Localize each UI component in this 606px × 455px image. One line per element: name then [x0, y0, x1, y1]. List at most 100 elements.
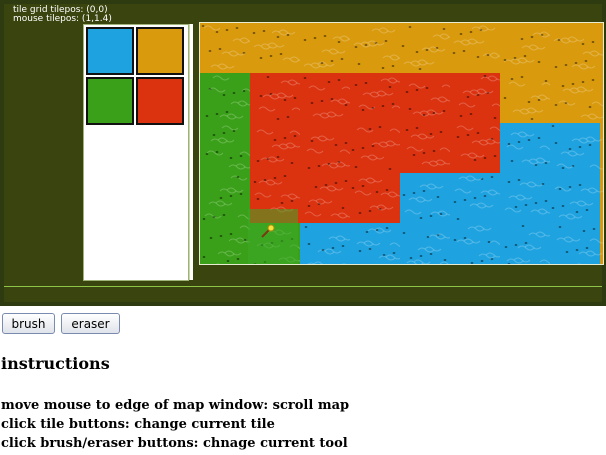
tile-texture-speck: [473, 197, 477, 199]
tile-button-orange[interactable]: [136, 27, 184, 75]
tile-texture-speck: [239, 193, 243, 195]
tile-texture-speck: [473, 159, 477, 161]
tile-texture-speck: [510, 160, 514, 162]
map-tile[interactable]: [450, 23, 500, 73]
tile-texture-speck: [523, 55, 527, 57]
tile-texture-speck: [483, 157, 487, 159]
map-tile[interactable]: [300, 173, 350, 223]
tile-texture-speck: [483, 195, 487, 197]
tile-texture-speck: [463, 237, 467, 239]
map-tile[interactable]: [200, 223, 250, 264]
tile-texture-speck: [527, 101, 531, 103]
tile-texture-speck: [375, 191, 379, 193]
tile-texture-speck: [520, 38, 524, 40]
tile-texture-speck: [584, 60, 588, 62]
tile-texture-speck: [364, 44, 368, 46]
tile-texture-speck: [276, 118, 280, 120]
tile-map[interactable]: [200, 23, 603, 264]
tile-texture-speck: [290, 162, 294, 164]
tile-texture-speck: [436, 196, 440, 198]
tile-texture-speck: [483, 75, 487, 77]
map-tile[interactable]: [500, 123, 550, 173]
tile-texture-speck: [358, 212, 362, 214]
map-tile[interactable]: [450, 123, 500, 173]
instruction-line-tool: click brush/eraser buttons: chnage curre…: [1, 436, 348, 451]
tile-texture-speck: [554, 142, 558, 144]
tile-texture-speck: [273, 177, 277, 179]
tile-texture-speck: [415, 89, 419, 91]
tile-texture-speck: [368, 210, 372, 212]
tile-texture-speck: [588, 144, 592, 146]
tile-texture-speck: [537, 137, 541, 139]
tile-texture-speck: [575, 211, 579, 213]
game-canvas[interactable]: tile grid tilepos: (0,0) mouse tilepos: …: [0, 0, 606, 306]
tile-texture-speck: [226, 260, 230, 262]
brush-button[interactable]: brush: [2, 313, 55, 334]
tile-texture-speck: [384, 40, 388, 42]
tile-texture-speck: [402, 194, 406, 196]
tile-texture-speck: [303, 39, 307, 41]
map-tile[interactable]: [500, 23, 550, 73]
tile-texture-speck: [354, 84, 358, 86]
palette-scrollbar: [189, 24, 193, 280]
map-tile[interactable]: [300, 73, 350, 123]
tile-texture-speck: [487, 241, 491, 243]
tile-texture-speck: [582, 230, 586, 232]
tile-texture-speck: [280, 202, 284, 204]
map-tile[interactable]: [350, 73, 400, 123]
tile-texture-speck: [283, 137, 287, 139]
map-tile[interactable]: [300, 223, 350, 264]
tile-texture-speck: [229, 195, 233, 197]
tile-texture-speck: [256, 198, 260, 200]
tile-texture-speck: [459, 33, 463, 35]
tile-texture-speck: [331, 247, 335, 249]
tile-texture-speck: [202, 218, 206, 220]
tile-button-red[interactable]: [136, 77, 184, 125]
instruction-line-scroll: move mouse to edge of map window: scroll…: [1, 398, 350, 413]
map-tile[interactable]: [500, 73, 550, 123]
tile-texture-speck: [286, 34, 290, 36]
tile-texture-speck: [551, 125, 555, 127]
map-tile[interactable]: [300, 123, 350, 173]
tile-texture-speck: [323, 35, 327, 37]
tile-texture-speck: [581, 43, 585, 45]
tile-texture-speck: [534, 164, 538, 166]
tile-texture-speck: [361, 185, 365, 187]
tile-texture-speck: [426, 236, 430, 238]
tile-texture-speck: [208, 50, 212, 52]
map-tile[interactable]: [350, 123, 400, 173]
map-tile[interactable]: [400, 223, 450, 264]
tile-texture-speck: [242, 90, 246, 92]
tile-texture-speck: [357, 63, 361, 65]
map-tile[interactable]: [200, 123, 250, 173]
tile-texture-speck: [392, 252, 396, 254]
tile-button-green[interactable]: [86, 77, 134, 125]
tile-texture-speck: [517, 141, 521, 143]
tile-texture-speck: [330, 98, 334, 100]
tile-texture-speck: [585, 209, 589, 211]
tile-texture-speck: [554, 66, 558, 68]
tile-texture-speck: [544, 80, 548, 82]
tile-texture-speck: [470, 262, 474, 264]
tile-texture-speck: [212, 134, 216, 136]
tile-texture-speck: [378, 126, 382, 128]
tile-texture-speck: [273, 139, 277, 141]
tile-texture-speck: [524, 204, 528, 206]
tile-button-blue[interactable]: [86, 27, 134, 75]
map-tile[interactable]: [550, 173, 600, 223]
map-tile[interactable]: [550, 223, 600, 264]
tile-texture-speck: [408, 108, 412, 110]
tile-texture-speck: [276, 36, 280, 38]
instructions-heading: instructions: [1, 354, 110, 373]
map-window[interactable]: [199, 22, 604, 265]
tile-texture-speck: [381, 67, 385, 69]
map-tile[interactable]: [300, 23, 350, 73]
tile-texture-speck: [592, 228, 596, 230]
tile-texture-speck: [259, 95, 263, 97]
tile-texture-speck: [412, 192, 416, 194]
tile-texture-speck: [341, 207, 345, 209]
eraser-button[interactable]: eraser: [61, 313, 120, 334]
tile-texture-speck: [337, 41, 341, 43]
tile-texture-speck: [520, 76, 524, 78]
cursor-highlight: [248, 209, 298, 264]
